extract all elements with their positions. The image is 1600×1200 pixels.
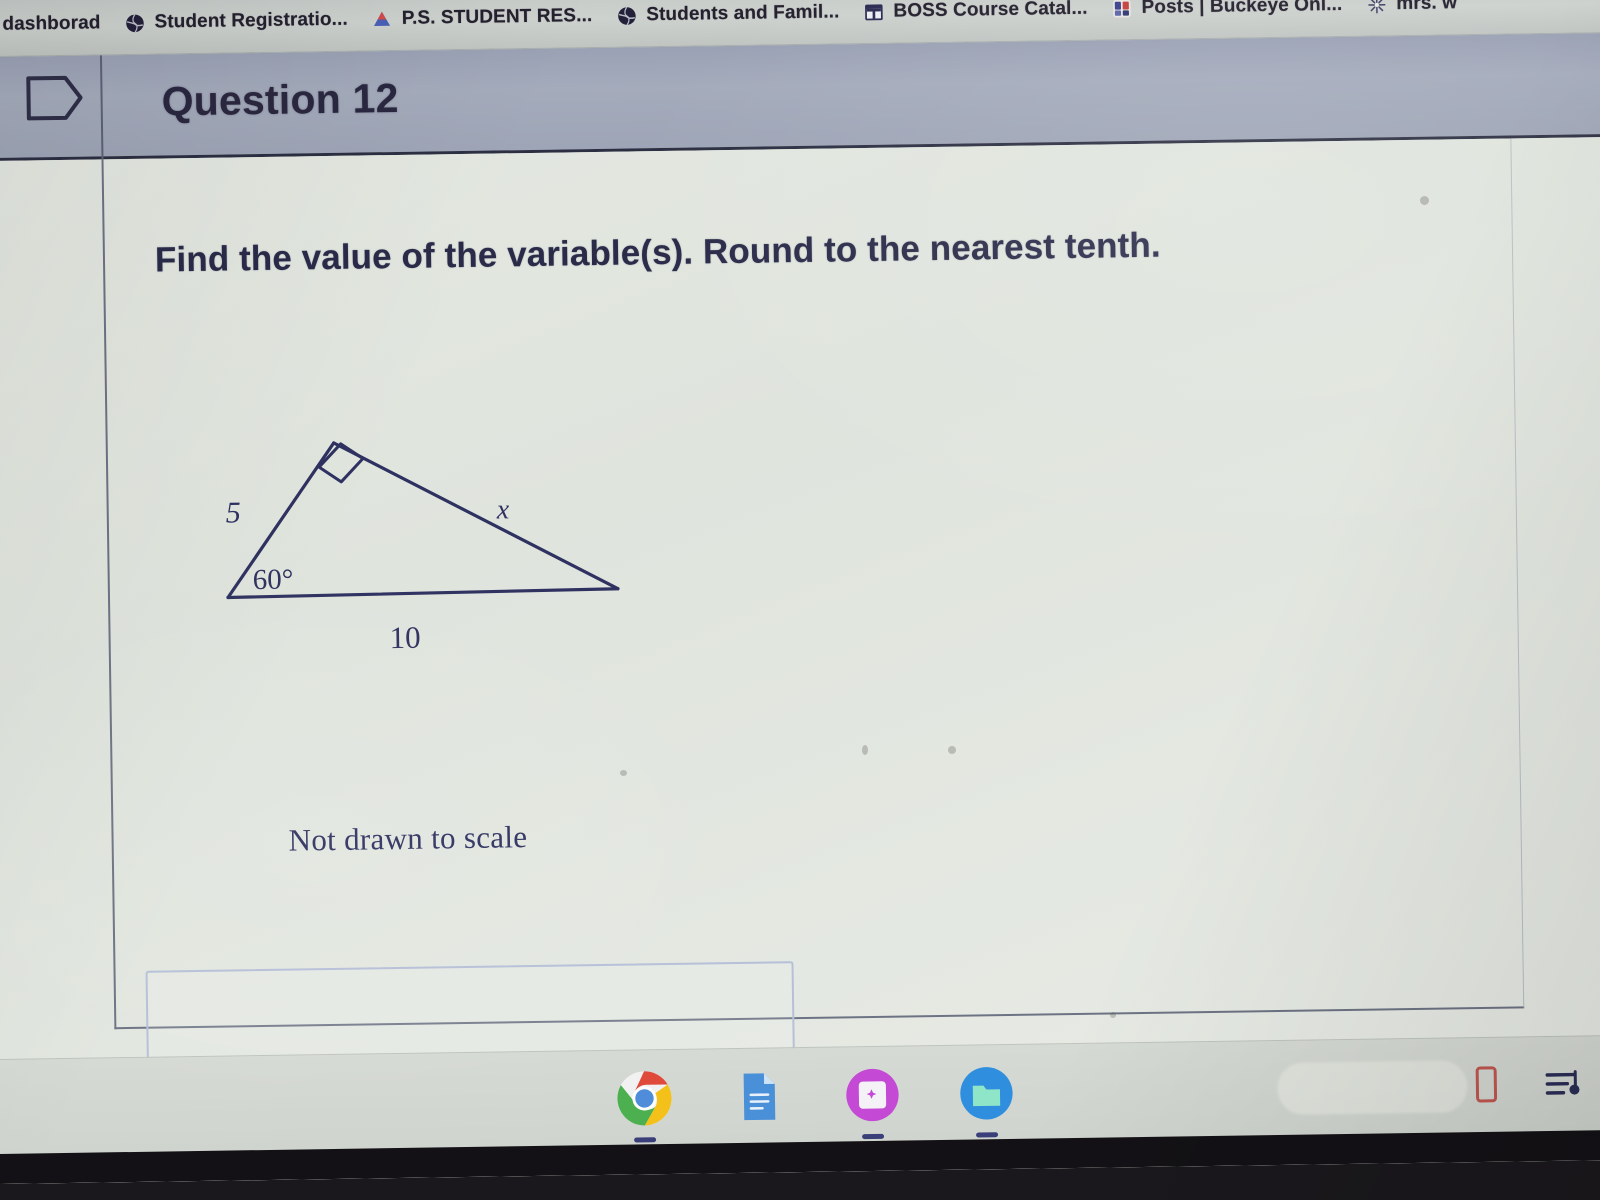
globe-icon [616,5,637,26]
app-active-indicator [976,1132,999,1138]
pentagon-tag-icon [25,74,84,123]
bookmark-label: dashborad [2,12,101,35]
bookmark-item-boss-course-catalog[interactable]: BOSS Course Catal... [854,0,1097,26]
bookmark-label: P.S. STUDENT RES... [401,5,593,29]
triangle-figure: 5 x 60° 10 [200,416,674,713]
globe-icon [124,12,145,33]
bookmark-item-students-and-families[interactable]: Students and Famil... [607,0,849,30]
app-icon [1111,0,1132,19]
bookmark-item-student-registration[interactable]: Student Registratio... [115,6,357,38]
photos-app-icon[interactable] [841,1064,904,1140]
label-angle: 60° [253,564,294,597]
status-area-blob [1277,1060,1468,1115]
header-divider [99,55,104,160]
not-drawn-to-scale-note: Not drawn to scale [288,819,528,858]
question-page-body: Find the value of the variable(s). Round… [0,136,1600,1185]
bookmark-item-dashborad[interactable]: dashborad [0,9,110,39]
bookmark-label: Students and Famil... [646,1,840,26]
page-title: Question 12 [161,74,399,125]
system-tray[interactable] [1475,1036,1584,1134]
triangle-hypotenuse-right [332,441,620,591]
calendar-icon [863,1,884,22]
bookmark-label: Student Registratio... [154,8,348,33]
label-leg-right: x [496,494,510,525]
files-app-icon[interactable] [955,1062,1018,1138]
bookmark-label: BOSS Course Catal... [893,0,1088,22]
triangle-drive-icon [372,9,393,30]
bookmark-item-posts-buckeye-online[interactable]: Posts | Buckeye Onl... [1102,0,1351,22]
bookmark-label: Posts | Buckeye Onl... [1141,0,1343,18]
bookmark-label: mrs. w [1396,0,1458,15]
battery-icon[interactable] [1475,1064,1498,1107]
right-angle-marker [317,442,365,484]
label-leg-left: 5 [226,496,241,529]
label-base: 10 [389,620,421,655]
chrome-app-icon[interactable] [613,1067,676,1143]
bookmark-item-mrs-w[interactable]: mrs. w [1357,0,1466,19]
sunburst-icon [1366,0,1387,15]
photographed-screen: dashborad Student Registratio... P.S. ST… [0,0,1600,1200]
settings-sliders-icon[interactable] [1543,1065,1584,1105]
google-docs-app-icon[interactable] [727,1065,790,1128]
app-active-indicator [862,1133,885,1140]
app-active-indicator [634,1137,657,1143]
bookmark-item-ps-student-res[interactable]: P.S. STUDENT RES... [363,2,602,34]
chromebook-screen: dashborad Student Registratio... P.S. ST… [0,0,1600,1185]
